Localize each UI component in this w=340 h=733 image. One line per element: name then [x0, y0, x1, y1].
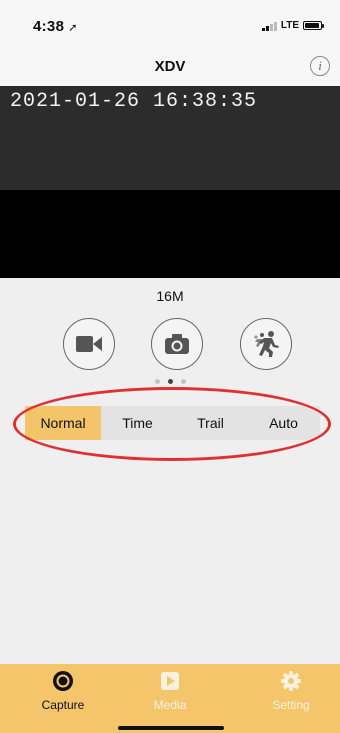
battery-icon: [303, 21, 324, 30]
page-dot: [180, 379, 186, 384]
capture-icon: [53, 671, 73, 691]
video-camera-icon: [76, 336, 102, 352]
capture-controls: 16M Normal Time Trail Auto: [0, 278, 340, 664]
photo-mode-button[interactable]: [151, 318, 203, 370]
video-mode-button[interactable]: [63, 318, 115, 370]
location-arrow-icon: ➚: [68, 22, 78, 34]
play-icon: [161, 672, 179, 690]
status-indicators: LTE: [261, 20, 324, 31]
resolution-label: 16M: [156, 288, 184, 304]
shot-mode-trail[interactable]: Trail: [174, 406, 247, 440]
tab-setting[interactable]: Setting: [251, 670, 331, 712]
shot-mode-auto[interactable]: Auto: [247, 406, 320, 440]
status-bar: 4:38 ➚ LTE: [0, 0, 340, 50]
shot-mode-selector: Normal Time Trail Auto: [25, 406, 320, 440]
tab-label: Setting: [272, 698, 310, 712]
gear-icon: [281, 671, 301, 691]
home-indicator[interactable]: [118, 726, 224, 730]
signal-strength-icon: [261, 21, 277, 31]
status-time-wrapper: 4:38 ➚: [33, 18, 78, 35]
tab-label: Media: [153, 698, 187, 712]
page-title: XDV: [154, 58, 186, 75]
page-dot: [154, 379, 160, 384]
tab-capture[interactable]: Capture: [23, 670, 103, 712]
network-type: LTE: [280, 20, 299, 31]
tab-media[interactable]: Media: [130, 670, 210, 712]
page-indicator[interactable]: [0, 379, 340, 384]
tab-bar: Capture Media Setting: [0, 664, 340, 733]
camera-preview: 2021-01-26 16:38:35: [0, 86, 340, 278]
preview-timestamp: 2021-01-26 16:38:35: [10, 90, 258, 113]
navigation-bar: XDV i: [0, 50, 340, 86]
status-time: 4:38: [33, 18, 65, 35]
info-icon[interactable]: i: [310, 56, 330, 76]
running-person-icon: [254, 331, 279, 357]
camera-icon: [165, 334, 189, 354]
tab-label: Capture: [41, 698, 85, 712]
page-dot-active: [167, 379, 173, 384]
shot-mode-time[interactable]: Time: [101, 406, 174, 440]
shot-mode-normal[interactable]: Normal: [25, 406, 101, 440]
burst-mode-button[interactable]: [240, 318, 292, 370]
